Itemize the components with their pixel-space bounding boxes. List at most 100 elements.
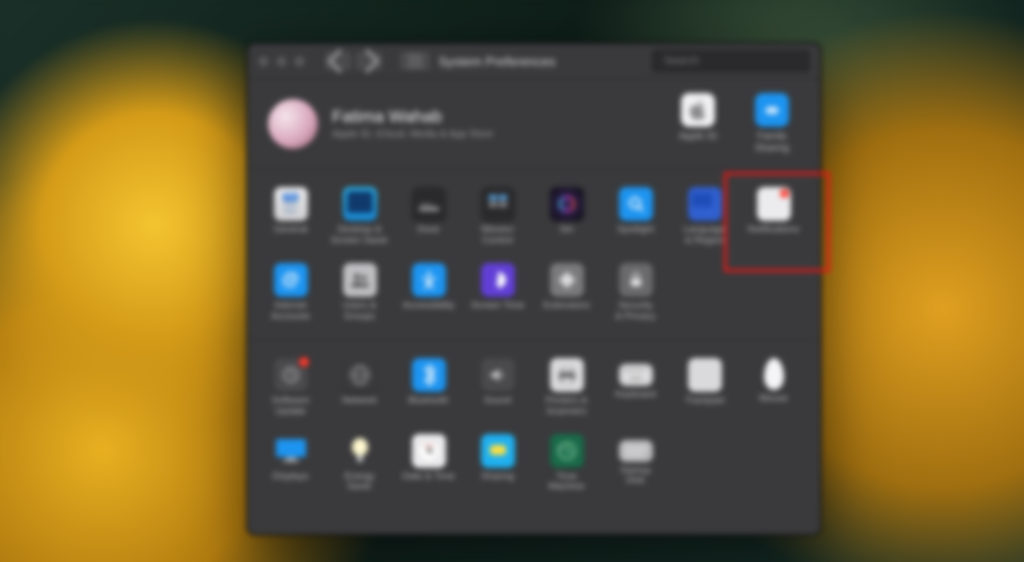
siri-icon — [550, 187, 584, 221]
traffic-lights[interactable] — [258, 56, 305, 67]
pane-label: Language& Region — [683, 225, 725, 247]
pane-network[interactable]: Network — [325, 352, 394, 428]
software-update-icon — [274, 358, 308, 392]
startup-disk-icon — [619, 440, 653, 462]
pane-label: Sound — [484, 396, 511, 407]
pane-dock[interactable]: Dock — [394, 181, 463, 257]
pane-label: Security& Privacy — [615, 301, 655, 323]
pane-label: Accessibility — [403, 301, 455, 312]
system-preferences-window: System Preferences Fatima Wahab Apple ID… — [247, 43, 821, 535]
pane-trackpad[interactable]: Trackpad — [670, 352, 739, 428]
pane-label: Keyboard — [615, 390, 656, 401]
svg-text:18: 18 — [425, 449, 432, 455]
energy-saver-icon — [343, 434, 377, 468]
pane-label: MissionControl — [481, 225, 513, 247]
pane-label: Network — [342, 396, 377, 407]
pane-label: SoftwareUpdate — [272, 396, 310, 418]
section-1: SoftwareUpdate Network Bluetooth Sound Print… — [248, 340, 820, 510]
pane-label: Mouse — [759, 394, 788, 405]
pane-notifications[interactable]: Notifications — [739, 181, 808, 257]
pane-label: Date & Time — [402, 472, 454, 483]
pane-language-region[interactable]: Language& Region — [670, 181, 739, 257]
pane-bluetooth[interactable]: Bluetooth — [394, 352, 463, 428]
network-icon — [343, 358, 377, 392]
screen-time-icon — [481, 263, 515, 297]
pane-label: Bluetooth — [408, 396, 448, 407]
trackpad-icon — [688, 358, 722, 392]
pane-date-time[interactable]: WED18 Date & Time — [394, 428, 463, 504]
notifications-highlight-box — [724, 172, 830, 272]
pane-printers-scanners[interactable]: Printers &Scanners — [532, 352, 601, 428]
pane-mouse[interactable]: Mouse — [739, 352, 808, 428]
accessibility-icon — [412, 263, 446, 297]
apple-id-button[interactable]: Apple ID — [670, 93, 726, 154]
zoom-icon[interactable] — [294, 56, 305, 67]
pane-energy-saver[interactable]: EnergySaver — [325, 428, 394, 504]
family-sharing-icon — [755, 93, 789, 127]
pane-label: Screen Time — [471, 301, 524, 312]
pane-sharing[interactable]: Sharing — [463, 428, 532, 504]
family-sharing-label: Family Sharing — [744, 131, 800, 154]
time-machine-icon — [550, 434, 584, 468]
pane-label: TimeMachine — [549, 472, 585, 494]
pane-label: InternetAccounts — [271, 301, 310, 323]
pane-spotlight[interactable]: Spotlight — [601, 181, 670, 257]
users-groups-icon — [343, 263, 377, 297]
pane-startup-disk[interactable]: StartupDisk — [601, 428, 670, 504]
pane-label: Displays — [273, 472, 309, 483]
pane-users-groups[interactable]: Users &Groups — [325, 257, 394, 333]
pane-software-update[interactable]: SoftwareUpdate — [256, 352, 325, 428]
pane-time-machine[interactable]: TimeMachine — [532, 428, 601, 504]
pane-label: StartupDisk — [620, 466, 651, 488]
mouse-icon — [764, 358, 784, 390]
preference-panes: FileNewOpeGeneral Desktop &Screen SaverDo… — [248, 169, 820, 534]
spotlight-icon — [619, 187, 653, 221]
pane-displays[interactable]: Displays — [256, 428, 325, 504]
pane-extensions[interactable]: Extensions — [532, 257, 601, 333]
header-icons: Apple ID Family Sharing — [670, 93, 800, 154]
avatar[interactable] — [268, 99, 318, 149]
family-sharing-button[interactable]: Family Sharing — [744, 93, 800, 154]
pane-screen-time[interactable]: Screen Time — [463, 257, 532, 333]
extensions-icon — [550, 263, 584, 297]
security-privacy-icon — [619, 263, 653, 297]
pane-label: Notifications — [748, 225, 800, 236]
search-input[interactable] — [662, 54, 808, 68]
pane-label: Desktop &Screen Saver — [331, 225, 389, 247]
pane-sound[interactable]: Sound — [463, 352, 532, 428]
bluetooth-icon — [412, 358, 446, 392]
pane-mission-control[interactable]: MissionControl — [463, 181, 532, 257]
general-icon: FileNewOpe — [274, 187, 308, 221]
user-name: Fatima Wahab — [332, 107, 656, 127]
pane-siri[interactable]: Siri — [532, 181, 601, 257]
pane-security-privacy[interactable]: Security& Privacy — [601, 257, 670, 333]
apple-logo-icon — [681, 93, 715, 127]
dock-icon — [412, 187, 446, 221]
pane-keyboard[interactable]: Keyboard — [601, 352, 670, 428]
svg-text:WED: WED — [424, 443, 433, 448]
language-region-icon — [688, 187, 722, 221]
pane-label: Users &Groups — [343, 301, 377, 323]
keyboard-icon — [619, 364, 653, 386]
search-field[interactable] — [652, 50, 810, 72]
back-button[interactable] — [323, 50, 353, 72]
pane-general[interactable]: FileNewOpeGeneral — [256, 181, 325, 257]
section-0: FileNewOpeGeneral Desktop &Screen SaverDo… — [248, 169, 820, 340]
pane-label: Sharing — [481, 472, 514, 483]
pane-desktop-screensaver[interactable]: Desktop &Screen Saver — [325, 181, 394, 257]
sound-icon — [481, 358, 515, 392]
minimize-icon[interactable] — [276, 56, 287, 67]
sharing-icon — [481, 434, 515, 468]
show-all-button[interactable] — [398, 50, 432, 72]
pane-internet-accounts[interactable]: @InternetAccounts — [256, 257, 325, 333]
nav-back-forward — [323, 50, 384, 72]
mission-control-icon — [481, 187, 515, 221]
close-icon[interactable] — [258, 56, 269, 67]
pane-label: EnergySaver — [344, 472, 374, 494]
pane-accessibility[interactable]: Accessibility — [394, 257, 463, 333]
forward-button[interactable] — [354, 50, 384, 72]
displays-icon — [274, 434, 308, 468]
window-titlebar: System Preferences — [248, 44, 820, 79]
desktop-background: System Preferences Fatima Wahab Apple ID… — [0, 0, 1024, 562]
apple-id-label: Apple ID — [679, 131, 717, 143]
